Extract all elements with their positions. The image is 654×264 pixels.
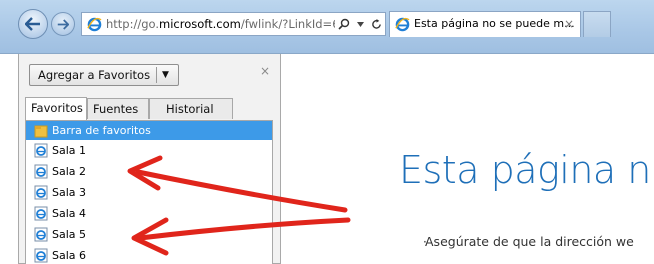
- add-to-favorites-button[interactable]: Agregar a Favoritos ▼: [29, 64, 179, 86]
- list-item-label: Sala 1: [52, 144, 87, 157]
- button-divider: [156, 67, 157, 83]
- tab-close-button[interactable]: ×: [564, 12, 574, 36]
- list-item-label: Barra de favoritos: [52, 124, 151, 137]
- dropdown-arrow-icon[interactable]: ▼: [162, 65, 169, 85]
- favorites-list: Barra de favoritos Sala 1 Sala 2 Sala 3 …: [25, 120, 273, 264]
- tab-historial[interactable]: Historial: [149, 98, 233, 119]
- ie-page-icon: [34, 185, 48, 200]
- close-panel-button[interactable]: ×: [260, 64, 270, 78]
- list-item-label: Sala 6: [52, 249, 87, 262]
- back-button[interactable]: [18, 9, 48, 39]
- new-tab-button[interactable]: [583, 11, 611, 37]
- forward-button[interactable]: [51, 12, 75, 36]
- arrow-left-icon: [25, 17, 40, 31]
- browser-toolbar: http://go.microsoft.com/fwlink/?LinkId=6…: [0, 0, 654, 54]
- list-item[interactable]: Sala 6: [26, 245, 272, 264]
- chevron-down-icon[interactable]: [356, 21, 364, 27]
- add-to-favorites-label: Agregar a Favoritos: [38, 68, 151, 82]
- tab-active[interactable]: Esta página no se puede m... ×: [389, 11, 581, 37]
- list-item[interactable]: Sala 4: [26, 203, 272, 224]
- address-prefix: http://go.: [106, 17, 160, 31]
- list-item[interactable]: Sala 1: [26, 140, 272, 161]
- tab-title: Esta página no se puede m...: [414, 17, 575, 30]
- list-item-label: Sala 5: [52, 228, 87, 241]
- address-path: /fwlink/?LinkId=69: [240, 17, 347, 31]
- list-item-label: Sala 3: [52, 186, 87, 199]
- arrow-right-icon: [57, 18, 69, 30]
- list-item-label: Sala 4: [52, 207, 87, 220]
- list-item[interactable]: Barra de favoritos: [26, 121, 272, 140]
- list-item[interactable]: Sala 5: [26, 224, 272, 245]
- bullet-text: Asegúrate de que la dirección we: [425, 234, 634, 249]
- ie-page-icon: [34, 143, 48, 158]
- ie-page-icon: [34, 227, 48, 242]
- address-bar[interactable]: http://go.microsoft.com/fwlink/?LinkId=6…: [81, 12, 386, 36]
- ie-page-icon: [34, 206, 48, 221]
- ie-page-icon: [34, 164, 48, 179]
- refresh-icon[interactable]: [371, 18, 382, 30]
- list-item[interactable]: Sala 3: [26, 182, 272, 203]
- address-domain: microsoft.com: [159, 17, 241, 31]
- list-item-label: Sala 2: [52, 165, 87, 178]
- list-item[interactable]: Sala 2: [26, 161, 272, 182]
- folder-icon: [34, 125, 48, 138]
- tab-fuentes[interactable]: Fuentes: [87, 98, 149, 119]
- address-tools: [335, 13, 385, 35]
- page-title: Esta página n: [399, 148, 651, 192]
- search-icon[interactable]: [338, 18, 350, 30]
- tab-favoritos[interactable]: Favoritos: [25, 97, 87, 120]
- ie-page-icon: [34, 248, 48, 263]
- favorites-center: Agregar a Favoritos ▼ × Favoritos Fuente…: [18, 54, 281, 264]
- ie-icon: [395, 17, 410, 32]
- ie-icon: [87, 17, 102, 32]
